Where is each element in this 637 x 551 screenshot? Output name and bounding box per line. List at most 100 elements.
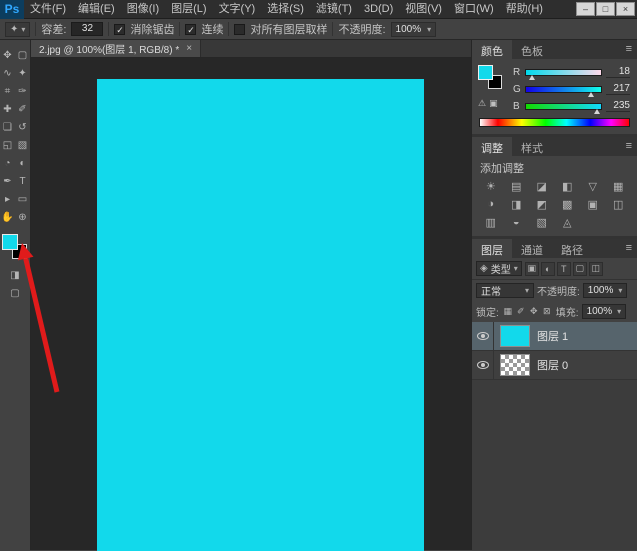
maximize-button[interactable]: □ — [596, 2, 615, 16]
visibility-toggle[interactable] — [472, 351, 494, 379]
layer-name[interactable]: 图层 1 — [537, 328, 568, 344]
blue-slider[interactable] — [525, 103, 602, 110]
panel-menu-icon[interactable]: ≡ — [621, 239, 637, 258]
gradient-map-icon[interactable]: ▧ — [529, 214, 555, 230]
menu-item[interactable]: 滤镜(T) — [310, 0, 358, 19]
opacity-select[interactable]: 100% ▾ — [391, 22, 437, 37]
crop-tool-icon[interactable]: ⌗ — [0, 82, 15, 100]
eyedropper-tool-icon[interactable]: ✑ — [15, 82, 30, 100]
antialias-checkbox[interactable]: ✓ — [114, 24, 125, 35]
canvas[interactable] — [31, 58, 471, 550]
layer-row-0[interactable]: 图层 0 — [472, 351, 637, 380]
filter-type-layers-icon[interactable]: T — [557, 262, 571, 276]
filter-pixel-layers-icon[interactable]: ▣ — [525, 262, 539, 276]
brightness-contrast-icon[interactable]: ☀ — [478, 178, 504, 194]
color-spectrum-bar[interactable] — [479, 118, 630, 127]
contiguous-checkbox[interactable]: ✓ — [185, 24, 196, 35]
menu-item[interactable]: 图层(L) — [165, 0, 212, 19]
tab-layers[interactable]: 图层 — [472, 239, 512, 258]
channel-mixer-icon[interactable]: ▩ — [555, 196, 581, 212]
layer-thumbnail[interactable] — [500, 325, 530, 347]
document-tab[interactable]: 2.jpg @ 100%(图层 1, RGB/8) * × — [31, 40, 201, 57]
lock-image-pixels-icon[interactable]: ✐ — [515, 305, 527, 318]
green-value[interactable]: 217 — [606, 83, 630, 95]
magic-wand-tool-icon[interactable]: ✦ — [15, 64, 30, 82]
healing-brush-tool-icon[interactable]: ✚ — [0, 100, 15, 118]
layer-opacity-select[interactable]: 100% ▾ — [583, 283, 628, 298]
panel-menu-icon[interactable]: ≡ — [621, 137, 637, 156]
eraser-tool-icon[interactable]: ◱ — [0, 136, 15, 154]
posterize-icon[interactable]: ▥ — [478, 214, 504, 230]
brush-tool-icon[interactable]: ✐ — [15, 100, 30, 118]
tab-swatches[interactable]: 色板 — [512, 40, 552, 59]
hue-saturation-icon[interactable]: ▦ — [606, 178, 632, 194]
tab-color[interactable]: 颜色 — [472, 40, 512, 59]
zoom-tool-icon[interactable]: ⊕ — [15, 208, 30, 226]
panel-menu-icon[interactable]: ≡ — [621, 40, 637, 59]
foreground-color-swatch[interactable] — [2, 234, 18, 250]
shape-tool-icon[interactable]: ▭ — [15, 190, 30, 208]
lock-all-icon[interactable]: ⊠ — [541, 305, 553, 318]
menu-item[interactable]: 选择(S) — [261, 0, 310, 19]
invert-icon[interactable]: ◫ — [606, 196, 632, 212]
selective-color-icon[interactable]: ◬ — [555, 214, 581, 230]
menu-item[interactable]: 编辑(E) — [72, 0, 121, 19]
history-brush-tool-icon[interactable]: ↺ — [15, 118, 30, 136]
lock-transparent-pixels-icon[interactable]: ▦ — [502, 305, 514, 318]
layer-row-1[interactable]: 图层 1 — [472, 322, 637, 351]
lasso-tool-icon[interactable]: ∿ — [0, 64, 15, 82]
curves-icon[interactable]: ◪ — [529, 178, 555, 194]
layer-filter-kind-select[interactable]: ◈ 类型 ▾ — [476, 261, 522, 276]
lock-position-icon[interactable]: ✥ — [528, 305, 540, 318]
red-value[interactable]: 18 — [606, 66, 630, 78]
menu-item[interactable]: 3D(D) — [358, 0, 399, 19]
menu-item[interactable]: 帮助(H) — [500, 0, 549, 19]
tab-close-icon[interactable]: × — [186, 43, 192, 54]
layer-thumbnail[interactable] — [500, 354, 530, 376]
close-button[interactable]: × — [616, 2, 635, 16]
pen-tool-icon[interactable]: ✒ — [0, 172, 15, 190]
black-white-icon[interactable]: ◨ — [504, 196, 530, 212]
levels-icon[interactable]: ▤ — [504, 178, 530, 194]
tab-paths[interactable]: 路径 — [552, 239, 592, 258]
quick-mask-icon[interactable]: ◨ — [10, 268, 19, 282]
marquee-tool-icon[interactable]: ▢ — [15, 46, 30, 64]
path-selection-tool-icon[interactable]: ▸ — [0, 190, 15, 208]
tab-adjustments[interactable]: 调整 — [472, 137, 512, 156]
color-lookup-icon[interactable]: ▣ — [580, 196, 606, 212]
document-image[interactable] — [97, 79, 424, 551]
move-tool-icon[interactable]: ✥ — [0, 46, 15, 64]
layer-name[interactable]: 图层 0 — [537, 357, 568, 373]
exposure-icon[interactable]: ◧ — [555, 178, 581, 194]
tab-channels[interactable]: 通道 — [512, 239, 552, 258]
filter-shape-layers-icon[interactable]: ▢ — [573, 262, 587, 276]
blur-tool-icon[interactable]: ◔ — [0, 154, 15, 172]
vibrance-icon[interactable]: ▽ — [580, 178, 606, 194]
clone-stamp-tool-icon[interactable]: ❏ — [0, 118, 15, 136]
tool-preset-picker[interactable]: ✦ ▾ — [5, 22, 30, 37]
gamut-warning-icon[interactable]: ⚠ — [478, 98, 486, 109]
screen-mode-icon[interactable]: ▢ — [10, 286, 19, 300]
filter-adjustment-layers-icon[interactable]: ◐ — [541, 262, 555, 276]
tolerance-input[interactable]: 32 — [71, 22, 103, 36]
hand-tool-icon[interactable]: ✋ — [0, 208, 15, 226]
threshold-icon[interactable]: ◒ — [504, 214, 530, 230]
menu-item[interactable]: 图像(I) — [121, 0, 165, 19]
tab-styles[interactable]: 样式 — [512, 137, 552, 156]
menu-item[interactable]: 文件(F) — [24, 0, 72, 19]
blue-value[interactable]: 235 — [606, 100, 630, 112]
fill-select[interactable]: 100% ▾ — [582, 304, 627, 319]
foreground-color-swatch[interactable] — [478, 65, 493, 80]
visibility-toggle[interactable] — [472, 322, 494, 350]
menu-item[interactable]: 视图(V) — [399, 0, 448, 19]
color-balance-icon[interactable]: ◑ — [478, 196, 504, 212]
photo-filter-icon[interactable]: ◩ — [529, 196, 555, 212]
filter-smart-objects-icon[interactable]: ◫ — [589, 262, 603, 276]
menu-item[interactable]: 文字(Y) — [213, 0, 262, 19]
gradient-tool-icon[interactable]: ▧ — [15, 136, 30, 154]
blend-mode-select[interactable]: 正常 ▾ — [476, 283, 534, 298]
red-slider[interactable] — [525, 69, 602, 76]
sample-all-layers-checkbox[interactable] — [234, 24, 245, 35]
dodge-tool-icon[interactable]: ◐ — [15, 154, 30, 172]
green-slider[interactable] — [525, 86, 602, 93]
